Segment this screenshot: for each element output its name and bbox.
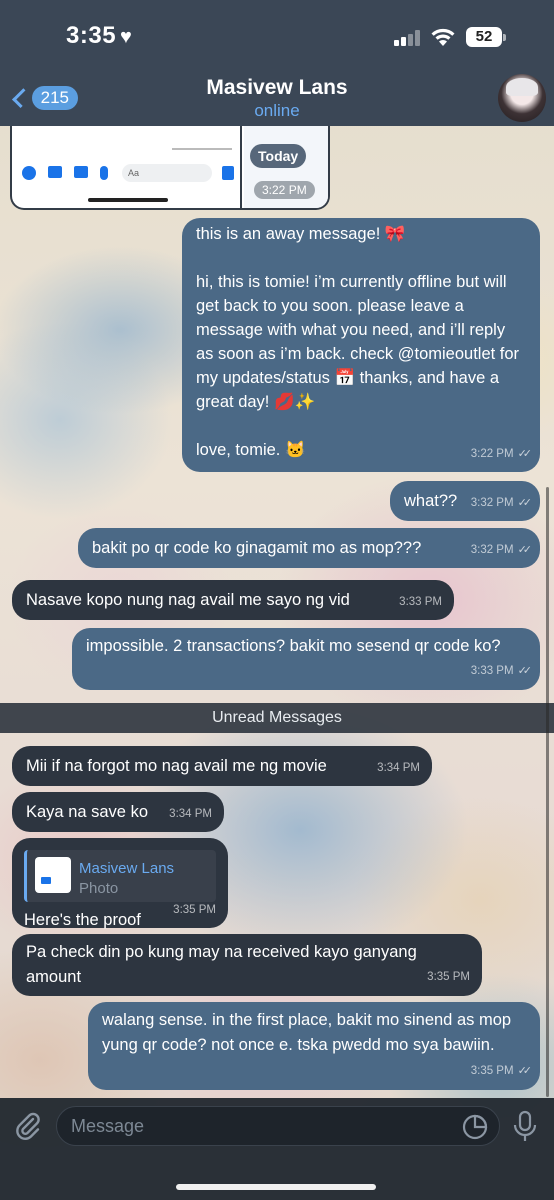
- message-meta: 3:22 PM ✓✓: [470, 442, 533, 466]
- message-text: Kaya na save ko: [26, 803, 148, 821]
- heart-icon: ♥: [120, 26, 133, 48]
- plus-icon: [22, 166, 36, 180]
- chat-title[interactable]: Masivew Lans: [0, 76, 554, 100]
- message-meta: 3:34 PM: [169, 802, 212, 826]
- message-time: 3:32 PM: [470, 497, 514, 509]
- chat-status: online: [254, 101, 300, 120]
- cellular-signal-icon: [394, 30, 422, 46]
- message-meta: 3:35 PM ✓✓: [470, 1059, 533, 1084]
- double-check-icon: ✓✓: [517, 448, 533, 460]
- double-check-icon: ✓✓: [517, 497, 533, 509]
- incoming-message[interactable]: Mii if na forgot mo nag avail me ng movi…: [12, 746, 432, 786]
- message-time: 3:34 PM: [169, 808, 212, 820]
- message-meta: 3:33 PM: [399, 590, 442, 614]
- avatar[interactable]: [498, 74, 546, 122]
- attach-icon[interactable]: [12, 1110, 44, 1142]
- status-time: 3:35 ♥: [66, 22, 132, 50]
- message-text: Nasave kopo nung nag avail me sayo ng vi…: [26, 591, 350, 609]
- battery-icon: 52: [466, 27, 502, 47]
- outgoing-message[interactable]: walang sense. in the first place, bakit …: [88, 1002, 540, 1090]
- outgoing-message[interactable]: what?? 3:32 PM ✓✓: [390, 481, 540, 521]
- unread-messages-divider: Unread Messages: [0, 703, 554, 733]
- clock-text: 3:35: [66, 22, 117, 49]
- wifi-icon: [431, 28, 455, 46]
- message-time: 3:35 PM: [427, 971, 470, 983]
- message-meta: 3:32 PM ✓✓: [470, 538, 533, 562]
- date-pill: Today: [250, 144, 307, 168]
- message-meta: 3:35 PM: [173, 898, 216, 922]
- incoming-message[interactable]: Masivew Lans Photo Here's the proof 3:35…: [12, 838, 228, 929]
- message-time: 3:32 PM: [470, 544, 514, 556]
- outgoing-message[interactable]: impossible. 2 transactions? bakit mo ses…: [72, 628, 540, 690]
- message-time: 3:33 PM: [399, 596, 442, 608]
- double-check-icon: ✓✓: [517, 544, 533, 556]
- message-text: bakit po qr code ko ginagamit mo as mop?…: [92, 539, 422, 557]
- double-check-icon: ✓✓: [517, 665, 533, 677]
- reply-thumbnail: [35, 857, 71, 893]
- message-meta: 3:35 PM: [427, 965, 470, 990]
- thumbs-up-icon: [222, 166, 234, 180]
- outgoing-message[interactable]: bakit po qr code ko ginagamit mo as mop?…: [78, 528, 540, 568]
- message-meta: 3:32 PM ✓✓: [470, 491, 533, 515]
- message-time: 3:22 PM: [470, 448, 514, 460]
- message-time: 3:34 PM: [377, 762, 420, 774]
- microphone-icon[interactable]: [512, 1110, 538, 1144]
- message-text: walang sense. in the first place, bakit …: [102, 1011, 516, 1054]
- photo-content-line: [172, 148, 232, 150]
- message-composer: [0, 1098, 554, 1200]
- message-input[interactable]: [56, 1106, 500, 1146]
- message-meta: 3:33 PM ✓✓: [470, 659, 533, 684]
- mic-icon: [100, 166, 108, 180]
- photo-input-field: Aa: [122, 164, 212, 182]
- message-text: Pa check din po kung may na received kay…: [26, 943, 422, 986]
- message-time: 3:35 PM: [470, 1065, 514, 1077]
- camera-icon: [48, 166, 62, 178]
- image-icon: [74, 166, 88, 178]
- photo-home-indicator: [88, 198, 168, 202]
- photo-divider: [240, 126, 242, 208]
- incoming-message[interactable]: Nasave kopo nung nag avail me sayo ng vi…: [12, 580, 454, 620]
- message-text: what??: [404, 492, 458, 510]
- incoming-message[interactable]: Pa check din po kung may na received kay…: [12, 934, 482, 996]
- message-text: Mii if na forgot mo nag avail me ng movi…: [26, 757, 327, 775]
- scrollbar[interactable]: [546, 487, 549, 1097]
- incoming-message[interactable]: Kaya na save ko 3:34 PM: [12, 792, 224, 832]
- chat-header: 3:35 ♥ 52 215 Masivew Lans online: [0, 0, 554, 126]
- reply-type-label: Photo: [79, 880, 119, 897]
- message-text: impossible. 2 transactions? bakit mo ses…: [86, 637, 501, 655]
- home-indicator: [176, 1184, 376, 1190]
- photo-timestamp: 3:22 PM: [254, 181, 315, 199]
- outgoing-message[interactable]: this is an away message! 🎀 hi, this is t…: [182, 218, 540, 472]
- sticker-icon[interactable]: [462, 1114, 488, 1140]
- double-check-icon: ✓✓: [517, 1065, 533, 1077]
- reply-preview[interactable]: Masivew Lans Photo: [24, 850, 216, 902]
- battery-tip: [503, 34, 506, 41]
- message-meta: 3:34 PM: [377, 756, 420, 780]
- message-text: Here's the proof: [24, 911, 141, 929]
- message-time: 3:35 PM: [173, 904, 216, 916]
- message-time: 3:33 PM: [470, 665, 514, 677]
- photo-toolbar: [22, 166, 108, 180]
- message-text: this is an away message! 🎀 hi, this is t…: [196, 225, 520, 459]
